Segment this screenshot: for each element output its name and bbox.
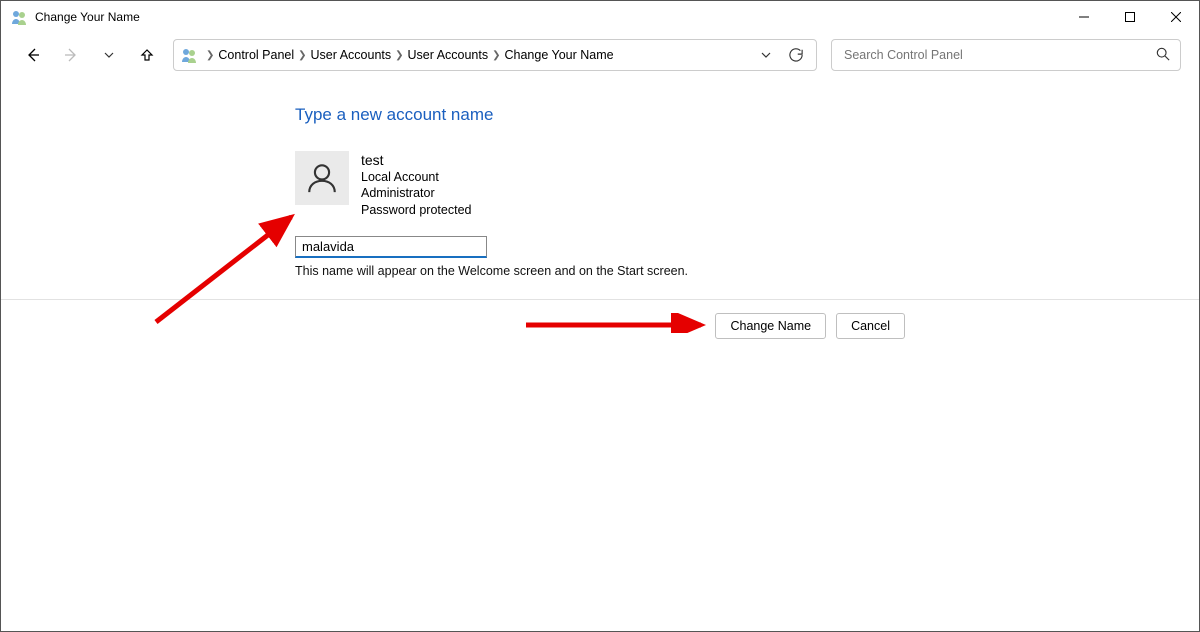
recent-locations-button[interactable] xyxy=(97,43,121,67)
search-box[interactable] xyxy=(831,39,1181,71)
new-name-input[interactable] xyxy=(295,236,487,258)
user-avatar xyxy=(295,151,349,205)
account-type: Local Account xyxy=(361,169,471,185)
window-title: Change Your Name xyxy=(35,10,140,24)
chevron-right-icon: ❯ xyxy=(492,50,500,61)
minimize-button[interactable] xyxy=(1061,1,1107,33)
section-divider xyxy=(1,299,1199,300)
user-accounts-app-icon xyxy=(11,9,27,25)
breadcrumb-item[interactable]: Control Panel xyxy=(218,48,294,62)
close-button[interactable] xyxy=(1153,1,1199,33)
breadcrumb-item[interactable]: Change Your Name xyxy=(505,48,614,62)
breadcrumb-item[interactable]: User Accounts xyxy=(311,48,392,62)
change-name-button[interactable]: Change Name xyxy=(715,313,826,339)
page-heading: Type a new account name xyxy=(295,105,935,125)
refresh-button[interactable] xyxy=(782,48,810,62)
up-button[interactable] xyxy=(135,43,159,67)
name-hint: This name will appear on the Welcome scr… xyxy=(295,264,935,278)
annotation-arrow-icon xyxy=(151,177,306,327)
chevron-right-icon: ❯ xyxy=(206,50,214,61)
cancel-button[interactable]: Cancel xyxy=(836,313,905,339)
maximize-button[interactable] xyxy=(1107,1,1153,33)
address-bar[interactable]: ❯ Control Panel ❯ User Accounts ❯ User A… xyxy=(173,39,817,71)
back-button[interactable] xyxy=(21,43,45,67)
forward-button[interactable] xyxy=(59,43,83,67)
chevron-right-icon: ❯ xyxy=(395,50,403,61)
search-icon[interactable] xyxy=(1156,47,1170,64)
search-input[interactable] xyxy=(842,47,1156,63)
account-name: test xyxy=(361,151,471,169)
chevron-right-icon: ❯ xyxy=(298,50,306,61)
account-protection: Password protected xyxy=(361,202,471,218)
breadcrumb-item[interactable]: User Accounts xyxy=(408,48,489,62)
chevron-down-icon[interactable] xyxy=(756,50,776,60)
user-accounts-crumb-icon xyxy=(180,46,198,64)
account-role: Administrator xyxy=(361,185,471,201)
